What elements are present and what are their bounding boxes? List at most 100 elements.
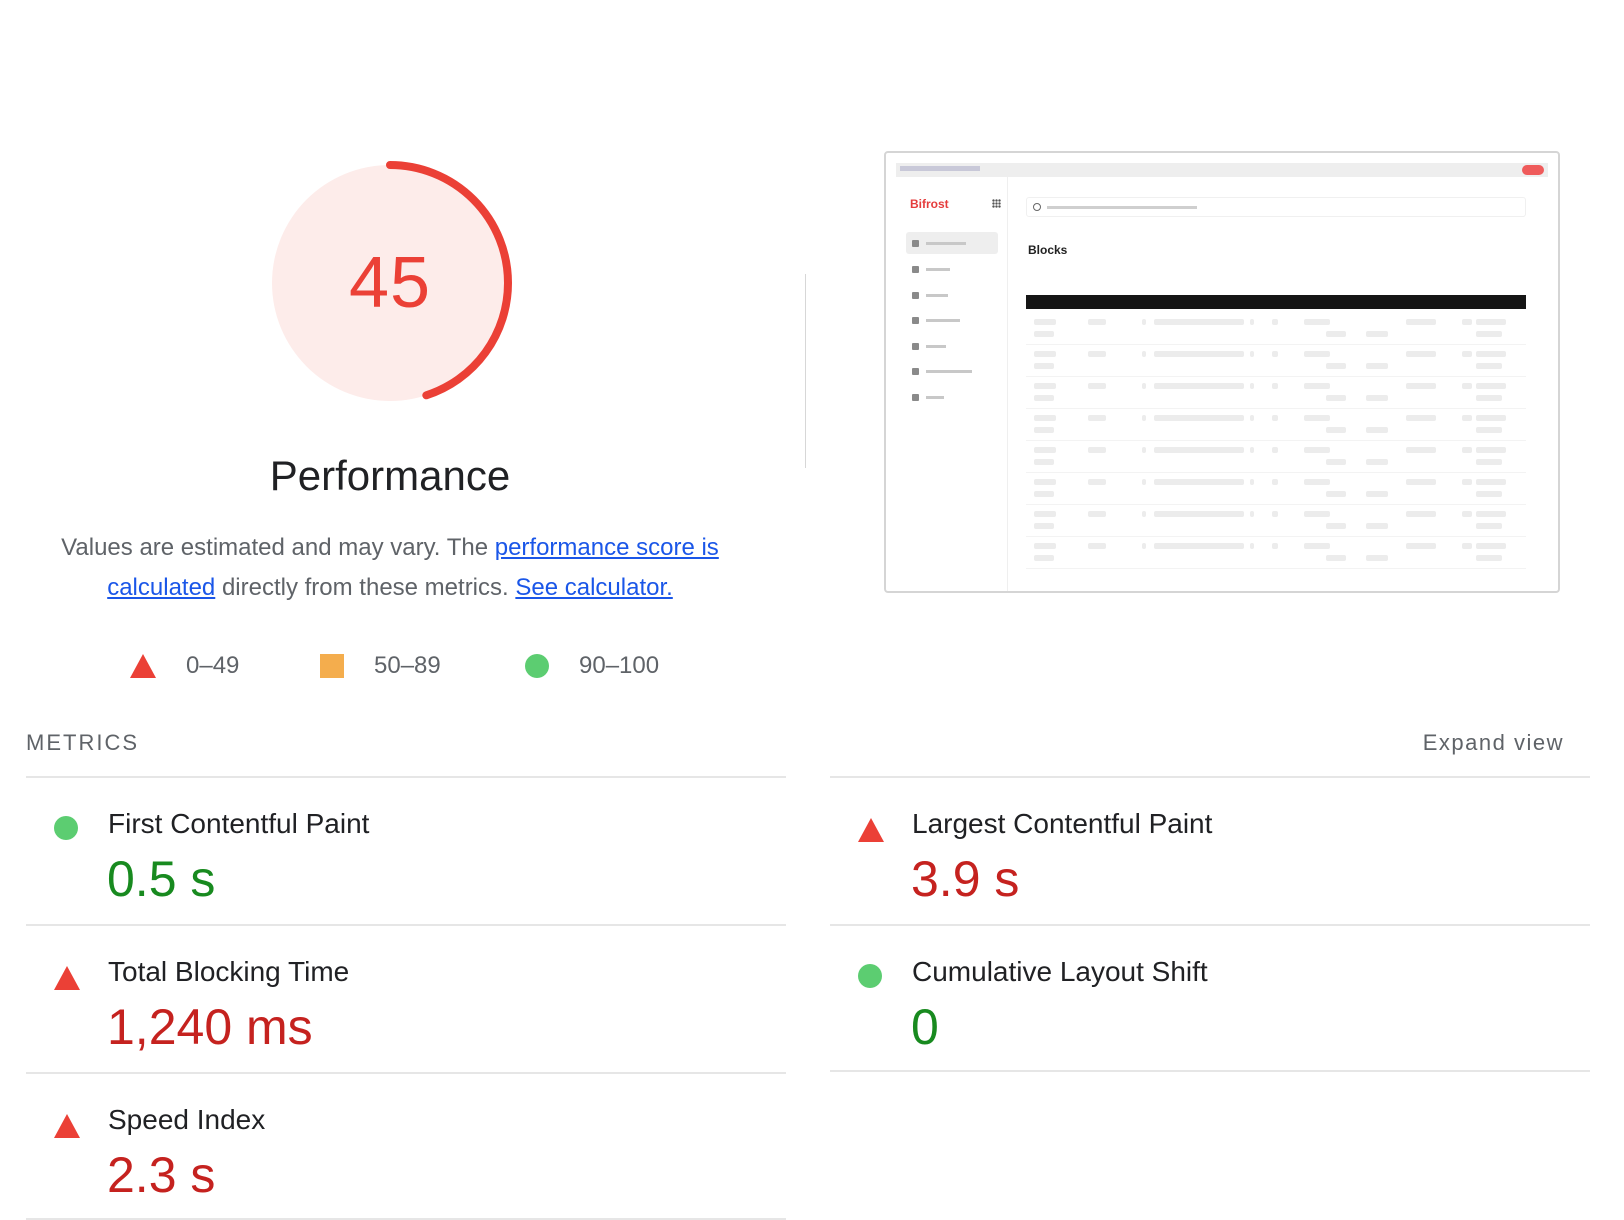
skeleton-bar <box>1476 543 1506 549</box>
skeleton-bar <box>1366 331 1388 337</box>
skeleton-bar <box>1034 555 1054 561</box>
thumb-search-icon <box>1033 203 1041 211</box>
final-screenshot-thumbnail[interactable]: Bifrost Blocks <box>884 151 1560 593</box>
metric-name: Largest Contentful Paint <box>912 808 1213 839</box>
thumb-nav-item <box>906 258 998 280</box>
skeleton-bar <box>1142 479 1146 485</box>
skeleton-bar <box>1034 351 1056 357</box>
performance-score-gauge: 45 <box>264 157 516 409</box>
thumb-logo: Bifrost <box>910 197 949 211</box>
skeleton-bar <box>1034 415 1056 421</box>
expand-view-toggle[interactable]: Expand view <box>1423 730 1564 756</box>
pass-circle-icon <box>858 964 882 988</box>
skeleton-bar <box>1034 319 1056 325</box>
skeleton-bar <box>1088 447 1106 453</box>
thumb-toggle <box>1522 165 1544 175</box>
legend-label: 50–89 <box>374 652 441 679</box>
skeleton-bar <box>1406 479 1436 485</box>
skeleton-bar <box>1250 415 1254 421</box>
score-description: Values are estimated and may vary. The p… <box>30 528 750 608</box>
skeleton-bar <box>1272 511 1278 517</box>
skeleton-bar <box>1304 351 1330 357</box>
skeleton-bar <box>1142 383 1146 389</box>
average-square-icon <box>320 654 344 678</box>
skeleton-bar <box>1406 383 1436 389</box>
vertical-divider <box>805 274 806 468</box>
thumb-nav-item <box>906 309 998 331</box>
thumb-skeleton-row <box>1026 505 1526 537</box>
thumb-nav-item <box>906 360 998 382</box>
skeleton-bar <box>1366 427 1388 433</box>
fail-triangle-icon <box>54 966 80 990</box>
skeleton-bar <box>1154 319 1244 325</box>
fail-triangle-icon <box>54 1114 80 1138</box>
metric-name: First Contentful Paint <box>108 808 370 839</box>
skeleton-bar <box>1326 427 1346 433</box>
skeleton-bar <box>1476 363 1502 369</box>
skeleton-bar <box>1154 351 1244 357</box>
thumb-skeleton-row <box>1026 313 1526 345</box>
skeleton-bar <box>1250 543 1254 549</box>
skeleton-bar <box>1406 319 1436 325</box>
skeleton-bar <box>1366 363 1388 369</box>
skeleton-bar <box>1476 459 1502 465</box>
thumb-page-heading: Blocks <box>1028 243 1068 257</box>
metric-value: 0 <box>911 999 939 1055</box>
pass-circle-icon <box>54 816 78 840</box>
skeleton-bar <box>1034 447 1056 453</box>
skeleton-bar <box>1476 511 1506 517</box>
skeleton-bar <box>1250 319 1254 325</box>
skeleton-bar <box>1034 331 1054 337</box>
metric-name: Cumulative Layout Shift <box>912 956 1208 987</box>
thumb-nav-item <box>906 335 998 357</box>
skeleton-bar <box>1034 523 1054 529</box>
skeleton-bar <box>1088 479 1106 485</box>
score-value: 45 <box>348 243 432 323</box>
metric-value: 2.3 s <box>107 1147 216 1203</box>
skeleton-bar <box>1272 351 1278 357</box>
see-calculator-link[interactable]: See calculator. <box>515 574 672 601</box>
skeleton-bar <box>1476 479 1506 485</box>
skeleton-bar <box>1476 555 1502 561</box>
skeleton-bar <box>1366 459 1388 465</box>
score-legend: 0–49 50–89 90–100 <box>0 648 780 684</box>
thumb-table-rows <box>1026 313 1526 583</box>
legend-item-average: 50–89 <box>320 648 441 684</box>
skeleton-bar <box>1462 447 1472 453</box>
skeleton-bar <box>1326 491 1346 497</box>
skeleton-bar <box>1034 459 1054 465</box>
skeleton-bar <box>1476 319 1506 325</box>
legend-item-pass: 90–100 <box>525 648 659 684</box>
skeleton-bar <box>1088 415 1106 421</box>
skeleton-bar <box>1326 395 1346 401</box>
skeleton-bar <box>1088 319 1106 325</box>
skeleton-bar <box>1304 319 1330 325</box>
pass-circle-icon <box>525 654 549 678</box>
thumb-nav-item <box>906 284 998 306</box>
skeleton-bar <box>1034 383 1056 389</box>
skeleton-bar <box>1034 479 1056 485</box>
skeleton-bar <box>1088 543 1106 549</box>
skeleton-bar <box>1476 331 1502 337</box>
metric-speed-index: Speed Index 2.3 s <box>26 1074 786 1220</box>
skeleton-bar <box>1304 383 1330 389</box>
skeleton-bar <box>1304 479 1330 485</box>
skeleton-bar <box>1250 447 1254 453</box>
skeleton-bar <box>1462 319 1472 325</box>
skeleton-bar <box>1272 319 1278 325</box>
skeleton-bar <box>1250 351 1254 357</box>
thumb-nav-item <box>906 232 998 254</box>
skeleton-bar <box>1154 511 1244 517</box>
thumb-skeleton-row <box>1026 377 1526 409</box>
skeleton-bar <box>1154 543 1244 549</box>
thumb-search-bar <box>1026 197 1526 217</box>
skeleton-bar <box>1250 479 1254 485</box>
metric-cumulative-layout-shift: Cumulative Layout Shift 0 <box>830 926 1590 1074</box>
thumb-skeleton-row <box>1026 345 1526 377</box>
skeleton-bar <box>1272 383 1278 389</box>
skeleton-bar <box>1326 555 1346 561</box>
skeleton-bar <box>1154 383 1244 389</box>
skeleton-bar <box>1326 331 1346 337</box>
skeleton-bar <box>1476 415 1506 421</box>
metric-total-blocking-time: Total Blocking Time 1,240 ms <box>26 926 786 1074</box>
